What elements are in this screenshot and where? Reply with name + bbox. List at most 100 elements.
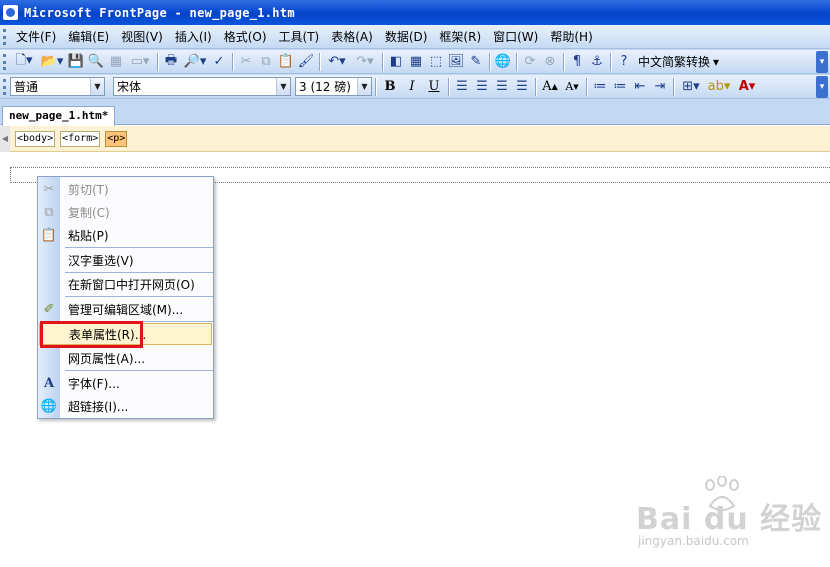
- chevron-down-icon[interactable]: ▼: [90, 78, 104, 95]
- copy-icon: ⧉: [44, 204, 54, 220]
- stop-icon[interactable]: ⊗: [540, 52, 560, 72]
- context-hyperlink[interactable]: 🌐 超链接(I)...: [38, 395, 213, 417]
- toolbar-separator: [563, 52, 564, 71]
- tag-body[interactable]: <body>: [15, 130, 56, 147]
- chevron-left-icon[interactable]: ◀: [0, 125, 10, 152]
- context-page-properties[interactable]: 网页属性(A)...: [38, 347, 213, 369]
- publish-icon[interactable]: ▦: [106, 52, 126, 72]
- paste-icon: 📋: [40, 227, 58, 243]
- toolbar-separator: [489, 52, 490, 71]
- refresh-icon[interactable]: ⟳: [520, 52, 540, 72]
- toolbar-separator: [382, 52, 383, 71]
- web-component-icon[interactable]: ◧: [386, 52, 406, 72]
- help-icon[interactable]: ?: [614, 52, 634, 72]
- context-hyperlink-label: 超链接(I)...: [68, 399, 129, 414]
- context-manage-editable-label: 管理可编辑区域(M)...: [68, 302, 184, 317]
- style-select[interactable]: 普通 ▼: [10, 77, 105, 96]
- underline-icon[interactable]: U: [423, 77, 445, 97]
- insert-picture-icon[interactable]: 🖼: [446, 52, 466, 72]
- document-tab[interactable]: new_page_1.htm*: [2, 106, 116, 126]
- font-color-icon[interactable]: A▾: [733, 77, 761, 97]
- align-left-icon[interactable]: ☰: [452, 77, 472, 97]
- new-page-icon[interactable]: 🗋▾: [10, 52, 38, 72]
- menu-tools[interactable]: 工具(T): [273, 27, 326, 47]
- cut-icon[interactable]: ✂: [236, 52, 256, 72]
- bullet-list-icon[interactable]: ≔: [610, 77, 630, 97]
- context-paste[interactable]: 📋 粘贴(P): [38, 224, 213, 246]
- menu-view[interactable]: 视图(V): [115, 27, 169, 47]
- chevron-down-icon[interactable]: ▼: [276, 78, 290, 95]
- spelling-icon[interactable]: ✓: [209, 52, 229, 72]
- save-icon[interactable]: 💾: [66, 52, 86, 72]
- font-value: 宋体: [117, 80, 142, 94]
- insert-table-icon[interactable]: ▦: [406, 52, 426, 72]
- align-right-icon[interactable]: ☰: [492, 77, 512, 97]
- context-font[interactable]: A 字体(F)...: [38, 372, 213, 394]
- increase-font-icon[interactable]: A ▲: [539, 77, 561, 97]
- toolbar-separator: [535, 77, 536, 96]
- context-open-new-window[interactable]: 在新窗口中打开网页(O): [38, 273, 213, 295]
- toolbar-options-icon[interactable]: ▾: [816, 50, 828, 73]
- menu-edit[interactable]: 编辑(E): [62, 27, 115, 47]
- tag-p[interactable]: <p>: [105, 130, 128, 147]
- font-size-select[interactable]: 3 (12 磅) ▼: [295, 77, 372, 96]
- insert-layer-icon[interactable]: ⬚: [426, 52, 446, 72]
- format-painter-icon[interactable]: 🖌: [296, 52, 316, 72]
- menu-frames[interactable]: 框架(R): [433, 27, 487, 47]
- numbered-list-icon[interactable]: ≔: [590, 77, 610, 97]
- preview-icon[interactable]: 🔎▾: [181, 52, 209, 72]
- tag-form[interactable]: <form>: [60, 130, 101, 147]
- menu-window[interactable]: 窗口(W): [487, 27, 544, 47]
- menu-insert[interactable]: 插入(I): [169, 27, 218, 47]
- decrease-indent-icon[interactable]: ⇤: [630, 77, 650, 97]
- menu-grip[interactable]: [3, 28, 6, 45]
- increase-indent-icon[interactable]: ⇥: [650, 77, 670, 97]
- context-page-properties-label: 网页属性(A)...: [68, 351, 146, 366]
- quick-tag-selector: ◀ <body> <form> <p>: [0, 125, 830, 152]
- font-icon: A: [43, 375, 55, 391]
- toolbar-grip[interactable]: [3, 78, 6, 95]
- font-size-value: 3 (12 磅): [299, 80, 351, 94]
- context-reconvert-label: 汉字重选(V): [68, 253, 134, 268]
- hyperlink-icon[interactable]: 🌐: [493, 52, 513, 72]
- show-all-icon[interactable]: ¶: [567, 52, 587, 72]
- toolbar-separator: [232, 52, 233, 71]
- menu-help[interactable]: 帮助(H): [544, 27, 598, 47]
- font-select[interactable]: 宋体 ▼: [113, 77, 291, 96]
- toolbar-separator: [319, 52, 320, 71]
- bold-icon[interactable]: B: [379, 77, 401, 97]
- context-reconvert[interactable]: 汉字重选(V): [38, 249, 213, 271]
- context-manage-editable[interactable]: ✐ 管理可编辑区域(M)...: [38, 298, 213, 320]
- annotation-highlight-box: [40, 321, 143, 348]
- decrease-font-icon[interactable]: A ▼: [561, 77, 583, 97]
- open-icon[interactable]: 📂▾: [38, 52, 66, 72]
- chevron-down-icon[interactable]: ▼: [357, 78, 371, 95]
- context-open-new-window-label: 在新窗口中打开网页(O): [68, 277, 195, 292]
- borders-icon[interactable]: ⊞▾: [677, 77, 705, 97]
- menu-format[interactable]: 格式(O): [218, 27, 273, 47]
- chinese-translate-button[interactable]: 中文简繁转换 ▾: [634, 53, 723, 70]
- watermark-brand: Bai du 经验: [636, 502, 823, 537]
- highlight-icon[interactable]: ab▾: [705, 77, 733, 97]
- align-center-icon[interactable]: ☰: [472, 77, 492, 97]
- copy-icon[interactable]: ⧉: [256, 52, 276, 72]
- search-icon[interactable]: 🔍: [86, 52, 106, 72]
- menu-file[interactable]: 文件(F): [10, 27, 62, 47]
- paste-icon[interactable]: 📋: [276, 52, 296, 72]
- undo-icon[interactable]: ↶▾: [323, 52, 351, 72]
- toggle-pane-icon[interactable]: ▭▾: [126, 52, 154, 72]
- context-copy[interactable]: ⧉ 复制(C): [38, 201, 213, 223]
- toolbar-grip[interactable]: [3, 53, 6, 70]
- drawing-icon[interactable]: ✎: [466, 52, 486, 72]
- italic-icon[interactable]: I: [401, 77, 423, 97]
- frontpage-app-icon[interactable]: [3, 5, 18, 20]
- redo-icon[interactable]: ↷▾: [351, 52, 379, 72]
- bookmark-anchor-icon[interactable]: ⚓: [587, 52, 607, 72]
- print-icon[interactable]: 🖶: [161, 52, 181, 72]
- menu-data[interactable]: 数据(D): [379, 27, 434, 47]
- chevron-down-icon: ▾: [713, 54, 720, 69]
- justify-icon[interactable]: ☰: [512, 77, 532, 97]
- context-cut[interactable]: ✂ 剪切(T): [38, 178, 213, 200]
- toolbar-options-icon[interactable]: ▾: [816, 75, 828, 98]
- menu-table[interactable]: 表格(A): [325, 27, 379, 47]
